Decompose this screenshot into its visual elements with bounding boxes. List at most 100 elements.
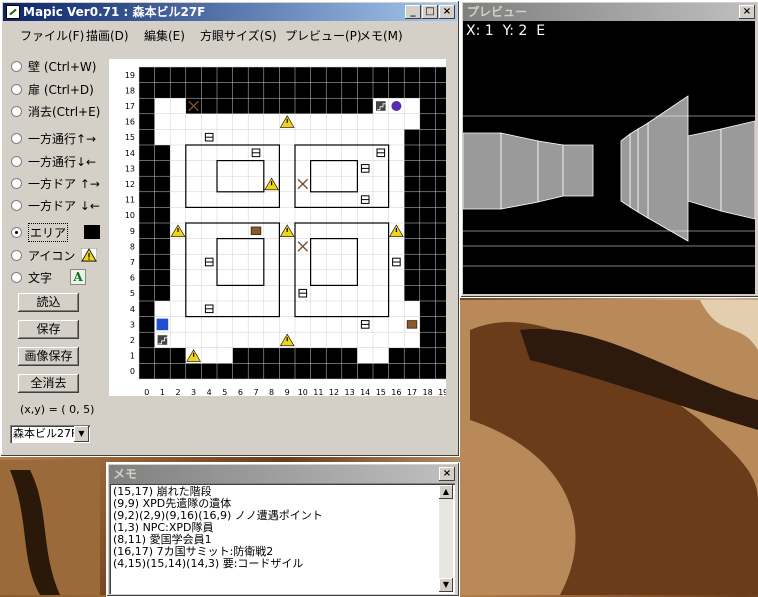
treasure-chest-icon [406,320,418,329]
tool-wall[interactable]: 壁 (Ctrl+W) [11,58,96,74]
dropdown-arrow-icon[interactable]: ▼ [74,426,89,442]
minimize-button[interactable]: _ [405,5,421,19]
maximize-button[interactable]: □ [422,5,438,19]
coord-readout: (x,y) = ( 0, 5) [20,403,95,416]
y-axis-label: 18 [125,86,135,95]
dungeon-3d-view [462,95,756,267]
clear-all-button[interactable]: 全消去 [18,374,79,393]
memo-line: (9,2)(2,9)(9,16)(16,9) ノノ遭遇ポイント [113,509,323,522]
x-axis-label: 14 [360,388,370,396]
right-wall-mid2 [629,128,639,213]
memo-close-button[interactable]: × [439,467,455,481]
main-window-title: Mapic Ver0.71 : 森本ビル27F [23,5,206,19]
x-axis-label: 9 [285,388,290,396]
x-axis-label: 15 [376,388,386,396]
menu-preview[interactable]: プレビュー(P) [285,27,362,44]
menu-edit[interactable]: 編集(E) [144,27,185,44]
menu-draw[interactable]: 描画(D) [86,27,129,44]
save-image-button[interactable]: 画像保存 [18,347,79,366]
x-axis-label: 7 [253,388,258,396]
load-button[interactable]: 読込 [18,293,79,312]
preview-window-title: プレビュー [467,5,528,19]
radio-icon[interactable] [11,249,22,261]
person-icon [204,257,214,267]
person-icon [360,195,370,204]
warning-icon[interactable] [81,248,98,262]
close-button[interactable]: × [439,5,455,19]
y-axis-label: 16 [125,118,135,127]
memo-line: (9,9) XPD先遣隊の遺体 [113,497,232,510]
x-axis-label: 12 [329,388,339,396]
tool-door[interactable]: 扉 (Ctrl+D) [11,81,94,97]
radio-door[interactable] [11,83,22,95]
npc-info-icon [156,318,169,331]
memo-window-title: メモ [113,467,138,481]
radio-text[interactable] [11,271,22,283]
preview-titlebar[interactable]: プレビュー × [463,3,757,21]
memo-titlebar[interactable]: メモ × [109,465,457,483]
radio-wall[interactable] [11,60,22,72]
person-icon [204,132,214,142]
y-axis-label: 11 [125,196,135,205]
tool-text-label: 文字 [28,270,53,285]
map-canvas[interactable]: 0 0 1 1 2 2 3 3 4 4 5 5 6 6 7 7 8 8 9 9 10 10 11 11 12 12 13 13 14 14… [109,59,452,397]
left-wall-near [462,132,502,210]
x-axis-label: 0 [144,388,149,396]
x-axis-label: 17 [407,388,417,396]
tool-oneway-down[interactable]: 一方通行↓← [11,153,96,169]
x-axis-label: 11 [313,388,323,396]
scroll-down-icon[interactable]: ▼ [439,578,453,592]
floor-select-value: 森本ビル27F [13,427,78,440]
radio-onedoor-down[interactable] [11,199,22,211]
tool-text[interactable]: 文字 A [11,269,87,285]
right-wall-mid [637,122,649,219]
x-axis-label: 5 [222,388,227,396]
menu-file[interactable]: ファイル(F) [20,27,84,44]
left-wall-far [562,144,594,197]
x-axis-label: 3 [191,388,196,396]
area-color-swatch[interactable] [84,225,101,239]
tool-icon[interactable]: アイコン [11,247,98,263]
save-button[interactable]: 保存 [18,320,79,339]
stairs-icon [376,101,386,111]
map-grid[interactable]: 0011223344556677889910101111121213131414… [109,59,452,397]
main-titlebar[interactable]: Mapic Ver0.71 : 森本ビル27F _ □ × [3,3,457,21]
radio-oneway-up[interactable] [11,132,22,144]
memo-line: (4,15)(15,14)(14,3) 要:コードザイル [113,557,304,570]
y-axis-label: 15 [125,133,135,142]
text-font-icon[interactable]: A [70,269,87,285]
radio-area[interactable] [11,226,22,238]
radio-onedoor-up[interactable] [11,177,22,189]
memo-window: メモ × (15,17) 崩れた階段 (9,9) XPD先遣隊の遺体 (9,2)… [106,462,460,597]
x-axis-label: 6 [238,388,243,396]
floor-select[interactable]: 森本ビル27F ▼ [10,425,90,443]
preview-viewport: X: 1 Y: 2 E [462,21,756,294]
tool-erase[interactable]: 消去(Ctrl+E) [11,103,100,119]
y-axis-label: 2 [130,336,135,345]
tool-oneway-up[interactable]: 一方通行↑→ [11,130,96,146]
tool-onedoor-down[interactable]: 一方ドア ↓← [11,197,100,213]
y-axis-label: 6 [130,274,135,283]
y-axis-label: 9 [130,227,135,236]
memo-line: (15,17) 崩れた階段 [113,485,212,498]
tool-wall-label: 壁 (Ctrl+W) [28,59,97,74]
memo-scrollbar[interactable]: ▲ ▼ [439,485,453,592]
event-marker-icon [391,101,402,111]
menu-grid-size[interactable]: 方眼サイズ(S) [200,27,277,44]
radio-erase[interactable] [11,105,22,117]
tool-onedoor-up-label: 一方ドア ↑→ [28,176,100,191]
menu-memo[interactable]: メモ(M) [359,27,403,44]
scroll-up-icon[interactable]: ▲ [439,485,453,499]
preview-close-button[interactable]: × [739,5,755,19]
tool-onedoor-up[interactable]: 一方ドア ↑→ [11,175,100,191]
x-axis-label: 19 [438,388,446,396]
left-wall-side [500,132,539,210]
right-wall-near [647,95,689,242]
person-icon [251,148,261,158]
stairs-icon [157,335,168,345]
x-axis-label: 13 [345,388,355,396]
memo-textarea[interactable]: (15,17) 崩れた階段 (9,9) XPD先遣隊の遺体 (9,2)(2,9)… [109,483,455,594]
y-axis-label: 5 [130,289,135,298]
radio-oneway-down[interactable] [11,155,22,167]
tool-area[interactable]: エリア [11,222,101,242]
